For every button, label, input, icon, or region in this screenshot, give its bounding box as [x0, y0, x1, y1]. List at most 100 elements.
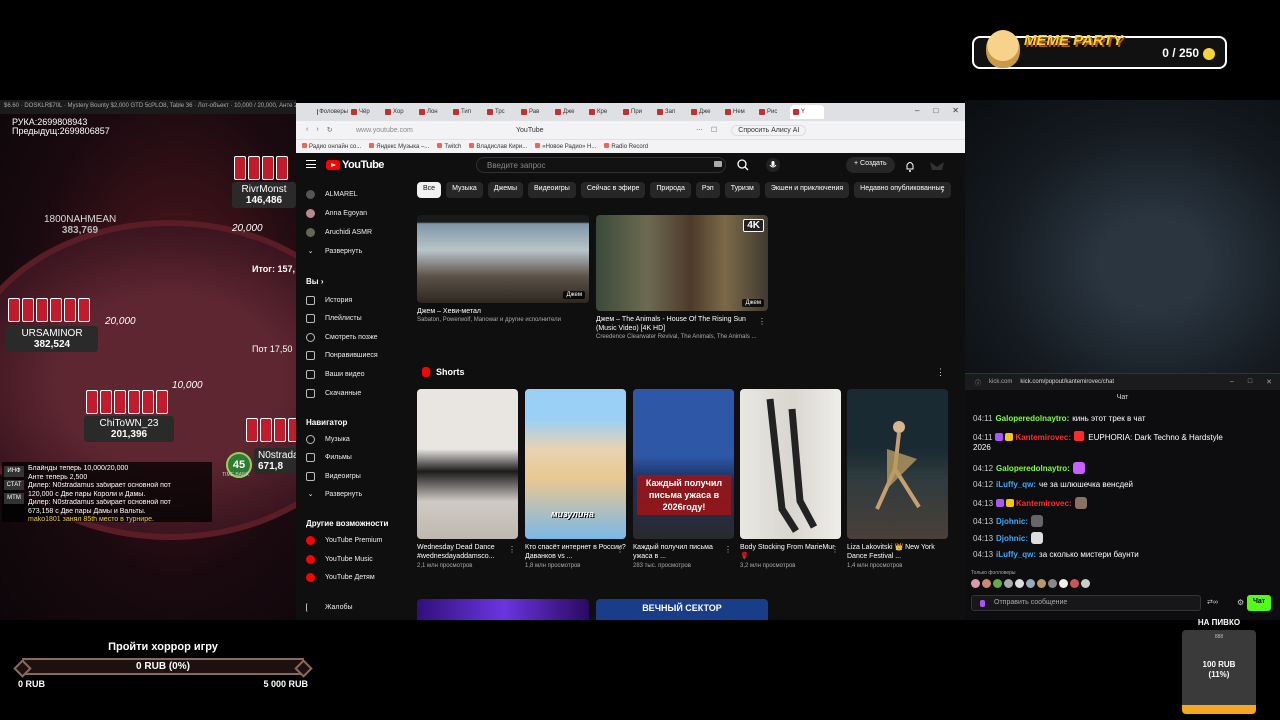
minimize-icon[interactable]: – — [915, 106, 919, 115]
video-menu-icon[interactable]: ⋮ — [758, 317, 766, 326]
close-icon[interactable]: ✕ — [952, 106, 959, 115]
microphone-icon[interactable] — [766, 158, 780, 172]
chat-extra-icon[interactable]: ⇄∞ — [1207, 598, 1218, 606]
sidebar-item-downloads[interactable]: Скачанные — [306, 389, 361, 398]
sidebar-item-playlists[interactable]: Плейлисты — [306, 314, 362, 323]
seat-ursaminor[interactable]: URSAMINOR 382,524 — [6, 326, 98, 352]
more-icon[interactable]: ⋯ — [696, 126, 703, 134]
short-thumbnail[interactable]: мизулина — [525, 389, 626, 539]
emote-icon[interactable] — [1048, 579, 1057, 588]
seat-1800nahmean[interactable]: 1800NAHMEAN 383,769 — [40, 212, 120, 238]
seat-n0stradamus[interactable]: N0stradamus671,8 — [254, 448, 296, 474]
seat-rivrmonst[interactable]: RivrMonst 146,486 — [232, 182, 296, 208]
emote-icon[interactable] — [1081, 579, 1090, 588]
notifications-icon[interactable] — [905, 159, 915, 172]
browser-tab[interactable]: Хор — [382, 105, 416, 119]
emote-icon[interactable] — [1070, 579, 1079, 588]
browser-tab[interactable]: Нем — [722, 105, 756, 119]
sidebar-item-watch-later[interactable]: Смотреть позже — [306, 333, 378, 342]
close-icon[interactable]: ✕ — [1266, 378, 1272, 386]
short-menu-icon[interactable]: ⋮ — [724, 545, 732, 554]
browser-tab-active[interactable]: Y — [790, 105, 824, 119]
sidebar-item-kids[interactable]: YouTube Детям — [306, 573, 375, 582]
short-thumbnail[interactable] — [740, 389, 841, 539]
chip[interactable]: Экшен и приключения — [764, 182, 850, 198]
search-button[interactable] — [732, 157, 754, 173]
short-thumbnail[interactable]: Каждый получил письма ужаса в 2026году! — [633, 389, 734, 539]
emote-icon[interactable] — [971, 579, 980, 588]
sidebar-item-games[interactable]: Видеоигры — [306, 472, 361, 481]
video-title[interactable]: Джем – Хеви-метал — [417, 307, 589, 316]
short-card[interactable]: Liza Lakovitski 👑 New York Dance Festiva… — [847, 389, 948, 569]
browser-tab[interactable]: Зап — [654, 105, 688, 119]
sidebar-item-history[interactable]: История — [306, 296, 352, 305]
chat-send-button[interactable]: Чат — [1247, 595, 1272, 611]
youtube-logo[interactable]: YouTube — [326, 159, 384, 171]
back-icon[interactable]: ‹ — [306, 126, 308, 134]
sidebar-sub-anna-egoyan[interactable]: Anna Egoyan — [306, 209, 367, 218]
chip[interactable]: Рэп — [695, 182, 720, 198]
short-thumbnail[interactable] — [847, 389, 948, 539]
emote-icon[interactable] — [1059, 579, 1068, 588]
sidebar-you-header[interactable]: Вы › — [306, 277, 324, 286]
sidebar-item-music[interactable]: Музыка — [306, 435, 350, 444]
reload-icon[interactable]: ↻ — [327, 126, 333, 134]
chat-message-input[interactable]: Отправить сообщение — [971, 595, 1201, 611]
short-title[interactable]: Кто спасёт интернет в России? Даванков v… — [525, 543, 626, 561]
shorts-menu-icon[interactable]: ⋮ — [936, 367, 945, 378]
menu-icon[interactable] — [306, 160, 316, 168]
browser-tab[interactable]: Трс — [484, 105, 518, 119]
emote-icon[interactable] — [1026, 579, 1035, 588]
chip[interactable]: Природа — [650, 182, 691, 198]
chip[interactable]: Музыка — [446, 182, 483, 198]
bookmark-item[interactable]: Радио онлайн со... — [302, 143, 361, 150]
short-menu-icon[interactable]: ⋮ — [508, 545, 516, 554]
chip[interactable]: Недавно опубликованные — [854, 182, 951, 198]
video-thumbnail[interactable] — [417, 599, 589, 620]
short-title[interactable]: Body Stocking From MarieMur 🌹 — [740, 543, 841, 561]
sidebar-item-movies[interactable]: Фильмы — [306, 453, 352, 462]
bookmark-item[interactable]: Twitch — [437, 143, 461, 150]
chat-url[interactable]: kick.com/popout/kantemirovec/chat — [1020, 379, 1114, 385]
sidebar-expand-nav[interactable]: ⌄ Развернуть — [306, 490, 363, 499]
short-card[interactable]: Body Stocking From MarieMur 🌹 3,2 млн пр… — [740, 389, 841, 569]
prev-hand-id[interactable]: Предыдущ:2699806857 — [12, 126, 110, 136]
video-title[interactable]: Джем – The Animals - House Of The Rising… — [596, 315, 768, 333]
seat-chitown[interactable]: ChiToWN_23 201,396 — [84, 416, 174, 442]
url-field[interactable]: www.youtube.com — [356, 127, 516, 134]
video-thumbnail[interactable]: Джем — [417, 215, 589, 303]
bookmark-item[interactable]: «Новое Радио» Н... — [535, 143, 596, 150]
short-title[interactable]: Liza Lakovitski 👑 New York Dance Festiva… — [847, 543, 948, 561]
short-card[interactable]: мизулина Кто спасёт интернет в России? Д… — [525, 389, 626, 569]
browser-tab[interactable]: Лон — [416, 105, 450, 119]
video-thumbnail[interactable]: 4K Джем — [596, 215, 768, 311]
emote-icon[interactable] — [993, 579, 1002, 588]
emote-icon[interactable] — [1015, 579, 1024, 588]
video-card[interactable]: Джем Джем – Хеви-метал Sabaton, Powerwol… — [417, 215, 589, 324]
gear-icon[interactable]: ⚙ — [1237, 598, 1244, 607]
bookmark-item[interactable]: Radio Record — [604, 143, 648, 150]
browser-tab[interactable]: Рис — [756, 105, 790, 119]
video-card[interactable]: 4K Джем Джем – The Animals - House Of Th… — [596, 215, 768, 341]
video-thumbnail[interactable]: ВЕЧНЫЙ СЕКТОР — [596, 599, 768, 620]
sidebar-sub-aruchidi[interactable]: Aruchidi ASMR — [306, 228, 372, 237]
chip[interactable]: Видеоигры — [528, 182, 576, 198]
sidebar-item-premium[interactable]: YouTube Premium — [306, 536, 382, 545]
bookmark-item[interactable]: Яндекс Музыка –... — [369, 143, 429, 150]
log-tab-mtm[interactable]: МТМ — [4, 493, 24, 504]
ask-alisa-button[interactable]: Спросить Алису AI — [731, 124, 807, 136]
short-card[interactable]: Каждый получил письма ужаса в 2026году! … — [633, 389, 734, 569]
sidebar-item-your-videos[interactable]: Ваши видео — [306, 370, 365, 379]
short-thumbnail[interactable] — [417, 389, 518, 539]
bookmark-icon[interactable]: ☐ — [711, 126, 717, 134]
forward-icon[interactable]: › — [316, 126, 318, 134]
short-menu-icon[interactable]: ⋮ — [616, 545, 624, 554]
emote-icon[interactable] — [1004, 579, 1013, 588]
chip[interactable]: Сейчас в эфире — [580, 182, 646, 198]
browser-tab[interactable]: Кре — [586, 105, 620, 119]
log-tab-info[interactable]: ИНФ — [4, 466, 24, 477]
log-tab-stats[interactable]: СТАТ — [4, 479, 24, 490]
maximize-icon[interactable]: □ — [1248, 378, 1252, 386]
minimize-icon[interactable]: – — [1230, 378, 1234, 386]
sidebar-item-music-app[interactable]: YouTube Music — [306, 555, 373, 564]
